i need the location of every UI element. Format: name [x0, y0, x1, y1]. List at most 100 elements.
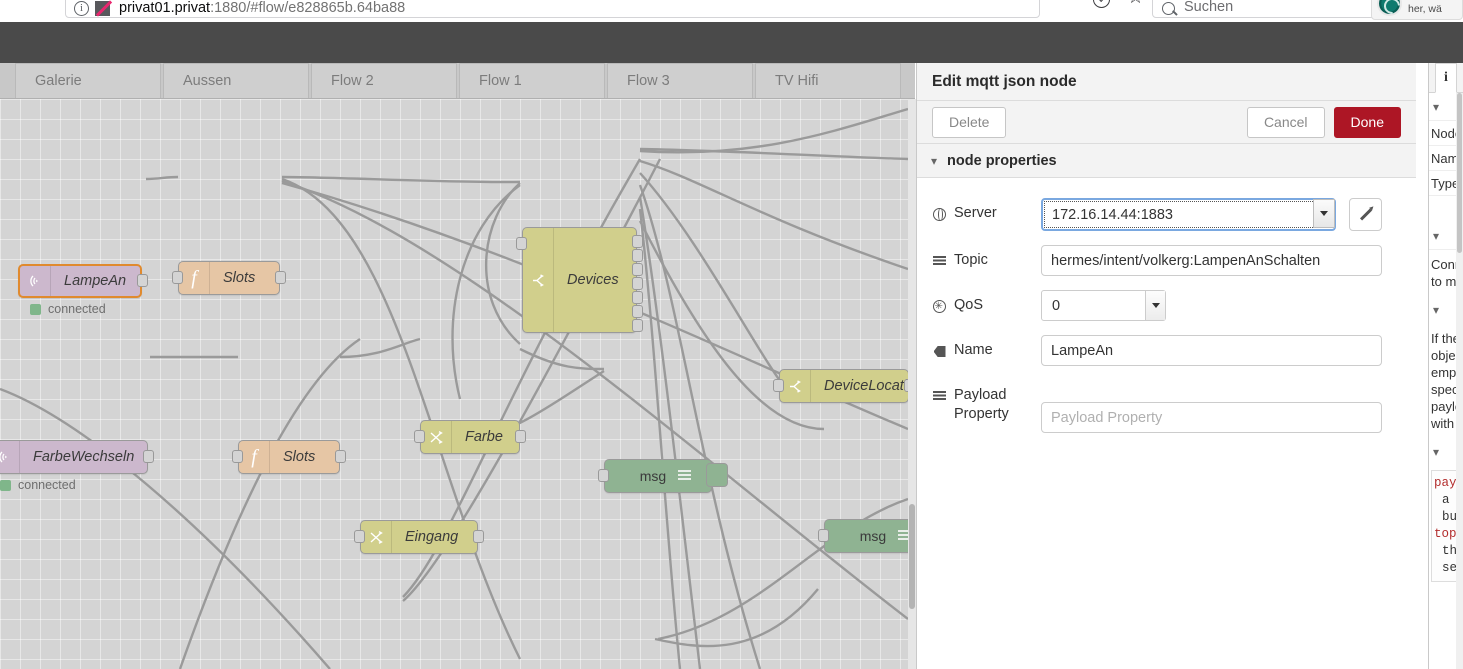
shield-slashed-icon[interactable] [95, 1, 110, 16]
list-icon [931, 386, 948, 406]
flow-tab-label: Galerie [35, 73, 82, 89]
notification-popup[interactable]: Stelle c her, wä [1371, 0, 1463, 20]
flow-node-slots[interactable]: fSlots [238, 440, 340, 474]
dialog-form: Server 172.16.14.44:1883 Topic [917, 178, 1416, 433]
flow-node-lampean[interactable]: LampeAn [18, 264, 142, 298]
browser-search-box[interactable]: Suchen [1152, 0, 1402, 18]
edit-server-button[interactable] [1349, 198, 1382, 231]
flow-tab-tv-hifi[interactable]: TV Hifi [755, 63, 901, 98]
node-output-port[interactable] [275, 271, 286, 284]
debug-lines-icon [898, 520, 908, 552]
name-label-text: Name [954, 341, 993, 360]
flow-node-farbe[interactable]: Farbe [420, 420, 520, 454]
flow-node-farbewechseln[interactable]: FarbeWechseln [0, 440, 148, 474]
flow-node-label: FarbeWechseln [20, 449, 147, 465]
debug-node-label: msg [842, 528, 898, 544]
function-icon: f [179, 262, 210, 294]
output-desc-line: the [1434, 543, 1458, 560]
node-output-port[interactable] [515, 430, 526, 443]
flow-node-label: Devices [554, 272, 632, 288]
flow-node-eingang[interactable]: Eingang [360, 520, 478, 554]
node-properties-section-header[interactable]: ▾ node properties [917, 144, 1416, 178]
server-field-row: Server 172.16.14.44:1883 [931, 198, 1382, 231]
flow-tab-galerie[interactable]: Galerie [15, 63, 161, 98]
node-output-port[interactable] [632, 249, 643, 262]
node-output-port[interactable] [632, 319, 643, 332]
cancel-button[interactable]: Cancel [1247, 107, 1325, 138]
node-input-port[interactable] [516, 237, 527, 250]
topic-label: Topic [931, 245, 1041, 271]
node-output-port[interactable] [137, 274, 148, 287]
flow-canvas[interactable]: LampeAnconnectedfSlotsDevicesDeviceLocat… [0, 99, 908, 669]
debug-node-label: msg [622, 468, 678, 484]
flow-node-label: Slots [270, 449, 328, 465]
node-input-port[interactable] [414, 430, 425, 443]
flow-tab-label: Aussen [183, 73, 231, 89]
flow-tab-flow-2[interactable]: Flow 2 [311, 63, 457, 98]
qos-label: QoS [931, 290, 1041, 318]
flow-node-slots[interactable]: fSlots [178, 261, 280, 295]
flow-tab-flow-3[interactable]: Flow 3 [607, 63, 753, 98]
node-output-port[interactable] [632, 277, 643, 290]
tab-info[interactable]: i [1435, 63, 1457, 93]
pocket-icon[interactable] [1093, 0, 1110, 8]
chevron-down-icon: ▾ [1433, 303, 1439, 317]
output-key: top [1434, 526, 1458, 543]
flow-tab-aussen[interactable]: Aussen [163, 63, 309, 98]
payload-property-input[interactable] [1041, 402, 1382, 433]
node-input-port[interactable] [598, 469, 609, 482]
node-output-port[interactable] [632, 263, 643, 276]
name-field-row: Name [931, 335, 1382, 366]
node-input-port[interactable] [172, 271, 183, 284]
flow-tab-label: Flow 2 [331, 73, 374, 89]
canvas-scrollbar-thumb[interactable] [909, 504, 915, 609]
chevron-down-icon[interactable] [1313, 199, 1335, 228]
url-bar[interactable]: i privat01.privat:1880/#flow/e828865b.64… [65, 0, 1040, 18]
qos-select-value: 0 [1052, 298, 1060, 314]
node-input-port[interactable] [354, 530, 365, 543]
node-output-port[interactable] [143, 450, 154, 463]
node-input-port[interactable] [818, 529, 829, 542]
flow-node-devices[interactable]: Devices [522, 227, 637, 333]
chevron-down-icon[interactable] [1145, 291, 1165, 320]
node-input-port[interactable] [773, 379, 784, 392]
output-key: pay [1434, 475, 1458, 492]
list-icon [931, 251, 948, 271]
node-output-port[interactable] [632, 235, 643, 248]
payload-property-label: Payload Property [931, 380, 1041, 424]
shuffle-icon [361, 521, 392, 553]
topic-field-row: Topic [931, 245, 1382, 276]
info-circle-icon[interactable]: i [74, 1, 89, 16]
node-input-port[interactable] [232, 450, 243, 463]
qos-select[interactable]: 0 [1041, 290, 1166, 321]
node-output-port[interactable] [632, 291, 643, 304]
delete-button[interactable]: Delete [932, 107, 1006, 138]
output-desc-line: ser [1434, 560, 1458, 577]
payload-property-field-row: Payload Property [931, 380, 1382, 433]
sidebar-scrollbar-thumb[interactable] [1457, 93, 1462, 253]
topic-input[interactable] [1041, 245, 1382, 276]
debug-lines-icon [678, 460, 694, 492]
server-select[interactable]: 172.16.14.44:1883 [1041, 198, 1336, 231]
more-dots-icon[interactable] [1058, 0, 1076, 8]
star-icon[interactable]: ☆ [1127, 0, 1145, 8]
globe-icon [931, 204, 948, 226]
node-output-port[interactable] [335, 450, 346, 463]
mqtt-antenna-icon [20, 266, 51, 296]
flow-node-debug[interactable]: msg [824, 519, 908, 553]
canvas-scrollbar[interactable] [908, 99, 916, 669]
flow-tab-flow-1[interactable]: Flow 1 [459, 63, 605, 98]
flow-node-debug[interactable]: msg [604, 459, 712, 493]
node-output-port[interactable] [632, 305, 643, 318]
dialog-button-row: Delete Cancel Done [917, 101, 1416, 144]
node-status-label: connected [18, 478, 76, 492]
status-dot-icon [0, 480, 11, 491]
node-status: connected [0, 478, 76, 492]
done-button[interactable]: Done [1334, 107, 1401, 138]
node-output-port[interactable] [473, 530, 484, 543]
debug-toggle-button[interactable] [706, 463, 728, 487]
flow-node-devicelocation[interactable]: DeviceLocation [779, 369, 908, 403]
edit-node-dialog: Edit mqtt json node Delete Cancel Done ▾… [916, 63, 1416, 669]
sidebar-scrollbar[interactable] [1456, 93, 1463, 669]
name-input[interactable] [1041, 335, 1382, 366]
